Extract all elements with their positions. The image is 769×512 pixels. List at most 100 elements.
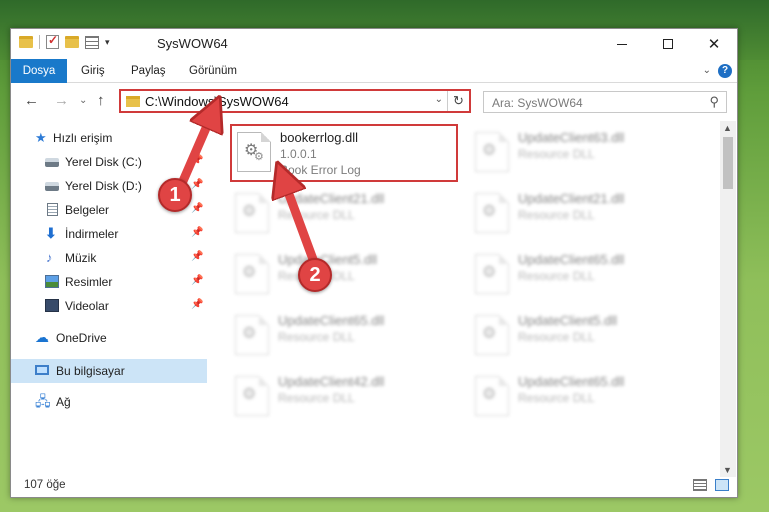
music-icon: ♪ <box>46 250 53 265</box>
maximize-button[interactable] <box>645 29 691 59</box>
search-icon[interactable]: ⚲ <box>709 94 719 110</box>
dll-file-icon: ⚙ <box>235 193 269 233</box>
tab-home[interactable]: Giriş <box>81 59 105 83</box>
pin-icon: 📌 <box>191 155 204 166</box>
file-name: UpdateClient21.dll <box>518 191 625 206</box>
sidebar-item-label: Yerel Disk (D:) <box>65 179 142 193</box>
sidebar-item-local-disk-c[interactable]: Yerel Disk (C:) 📌 <box>11 151 207 173</box>
sidebar-item-label: Videolar <box>65 299 109 313</box>
file-description: Resource DLL <box>518 208 595 222</box>
tiles-view-icon[interactable] <box>715 479 729 491</box>
maximize-icon <box>663 39 673 49</box>
sidebar-item-network[interactable]: 🖧 Ağ <box>11 391 207 413</box>
help-icon[interactable]: ? <box>718 64 732 78</box>
sidebar-item-quick-access[interactable]: ★ Hızlı erişim <box>11 127 207 149</box>
file-item[interactable]: ⚙ UpdateClient63.dll Resource DLL <box>470 126 698 184</box>
drive-icon <box>45 182 59 191</box>
sidebar-item-music[interactable]: ♪ Müzik 📌 <box>11 247 207 269</box>
tab-share[interactable]: Paylaş <box>131 59 166 83</box>
sidebar-item-label: OneDrive <box>56 331 107 345</box>
scroll-up-icon[interactable]: ▲ <box>723 123 732 133</box>
customize-toolbar-icon[interactable]: ▾ <box>105 37 110 48</box>
gear-icon: ⚙ <box>254 151 264 163</box>
address-bar[interactable]: C:\Windows\SysWOW64 ⌄ ↻ <box>119 89 471 113</box>
file-name: UpdateClient42.dll <box>278 374 385 389</box>
dll-file-icon: ⚙ <box>235 254 269 294</box>
file-description: Resource DLL <box>518 269 595 283</box>
drive-icon <box>45 158 59 167</box>
search-input[interactable]: Ara: SysWOW64 ⚲ <box>483 91 727 113</box>
properties-check-icon[interactable] <box>46 33 59 49</box>
pin-icon: 📌 <box>191 251 204 262</box>
address-dropdown-icon[interactable]: ⌄ <box>435 94 443 105</box>
search-placeholder: Ara: SysWOW64 <box>492 96 583 110</box>
window-title: SysWOW64 <box>157 36 228 51</box>
gear-icon: ⚙ <box>482 203 497 220</box>
gear-icon: ⚙ <box>482 325 497 342</box>
sidebar-item-label: Müzik <box>65 251 97 265</box>
address-path[interactable]: C:\Windows\SysWOW64 <box>145 94 289 109</box>
quick-access-toolbar: ▾ <box>19 33 110 49</box>
file-list: ⚙ ⚙ bookerrlog.dll 1.0.0.1 Book Error Log… <box>218 121 718 477</box>
dll-file-icon: ⚙ <box>475 315 509 355</box>
expand-ribbon-icon[interactable]: ⌄ <box>703 65 711 76</box>
refresh-button[interactable]: ↻ <box>447 91 469 111</box>
properties-icon[interactable] <box>85 35 99 49</box>
details-view-icon[interactable] <box>693 479 707 491</box>
file-item[interactable]: ⚙ UpdateClient21.dll Resource DLL <box>230 187 458 245</box>
dll-file-icon: ⚙ <box>475 193 509 233</box>
navigation-pane: ★ Hızlı erişim Yerel Disk (C:) 📌 Yerel D… <box>11 121 207 477</box>
sidebar-item-label: Yerel Disk (C:) <box>65 155 142 169</box>
pin-icon: 📌 <box>191 203 204 214</box>
file-description: Book Error Log <box>280 163 361 177</box>
sidebar-item-label: İndirmeler <box>65 227 119 241</box>
sidebar-item-pictures[interactable]: Resimler 📌 <box>11 271 207 293</box>
file-item[interactable]: ⚙ UpdateClient42.dll Resource DLL <box>230 370 458 428</box>
up-button[interactable]: ↑ <box>97 92 105 109</box>
sidebar-item-label: Hızlı erişim <box>53 131 113 145</box>
forward-button[interactable]: → <box>54 92 69 109</box>
sidebar-item-this-pc[interactable]: Bu bilgisayar <box>11 359 207 383</box>
pin-icon: 📌 <box>191 275 204 286</box>
step-badge-1: 1 <box>158 178 192 212</box>
file-item[interactable]: ⚙ UpdateClient21.dll Resource DLL <box>470 187 698 245</box>
pictures-icon <box>45 275 59 288</box>
network-icon: 🖧 <box>35 393 51 409</box>
file-description: Resource DLL <box>278 330 355 344</box>
recent-locations-icon[interactable]: ⌄ <box>79 95 87 106</box>
sidebar-item-onedrive[interactable]: ☁ OneDrive <box>11 327 207 349</box>
pin-icon: 📌 <box>191 299 204 310</box>
status-bar: 107 öğe <box>11 475 737 497</box>
step-badge-2: 2 <box>298 258 332 292</box>
new-folder-icon[interactable] <box>65 36 79 48</box>
file-item[interactable]: ⚙ UpdateClient5.dll Resource DLL <box>230 248 458 306</box>
gear-icon: ⚙ <box>242 264 257 281</box>
file-item[interactable]: ⚙ UpdateClient65.dll Resource DLL <box>230 309 458 367</box>
vertical-scrollbar[interactable]: ▲ ▼ <box>720 121 736 477</box>
file-item[interactable]: ⚙ UpdateClient65.dll Resource DLL <box>470 248 698 306</box>
tab-view[interactable]: Görünüm <box>189 59 237 83</box>
explorer-window: ▾ SysWOW64 ✕ Dosya Giriş Paylaş Görünüm … <box>10 28 738 498</box>
sidebar-item-downloads[interactable]: ⬇ İndirmeler 📌 <box>11 223 207 245</box>
videos-icon <box>45 299 59 312</box>
close-button[interactable]: ✕ <box>691 29 737 59</box>
close-icon: ✕ <box>707 36 721 53</box>
file-item-bookerrlog[interactable]: ⚙ ⚙ bookerrlog.dll 1.0.0.1 Book Error Log <box>230 124 458 182</box>
dll-file-icon: ⚙ <box>475 376 509 416</box>
minimize-icon <box>617 43 627 45</box>
gear-icon: ⚙ <box>242 386 257 403</box>
scrollbar-thumb[interactable] <box>723 137 733 189</box>
file-item[interactable]: ⚙ UpdateClient65.dll Resource DLL <box>470 370 698 428</box>
file-item[interactable]: ⚙ UpdateClient5.dll Resource DLL <box>470 309 698 367</box>
tab-file[interactable]: Dosya <box>11 59 67 83</box>
sidebar-item-videos[interactable]: Videolar 📌 <box>11 295 207 317</box>
file-description: Resource DLL <box>278 391 355 405</box>
dll-file-icon: ⚙ <box>235 376 269 416</box>
ribbon-tabs: Dosya Giriş Paylaş Görünüm ⌄ ? <box>11 59 737 83</box>
navigation-bar: ← → ⌄ ↑ C:\Windows\SysWOW64 ⌄ ↻ Ara: Sys… <box>11 84 737 118</box>
back-button[interactable]: ← <box>24 92 39 109</box>
scroll-down-icon[interactable]: ▼ <box>723 465 732 475</box>
minimize-button[interactable] <box>599 29 645 59</box>
file-name: UpdateClient65.dll <box>278 313 385 328</box>
file-name: UpdateClient21.dll <box>278 191 385 206</box>
